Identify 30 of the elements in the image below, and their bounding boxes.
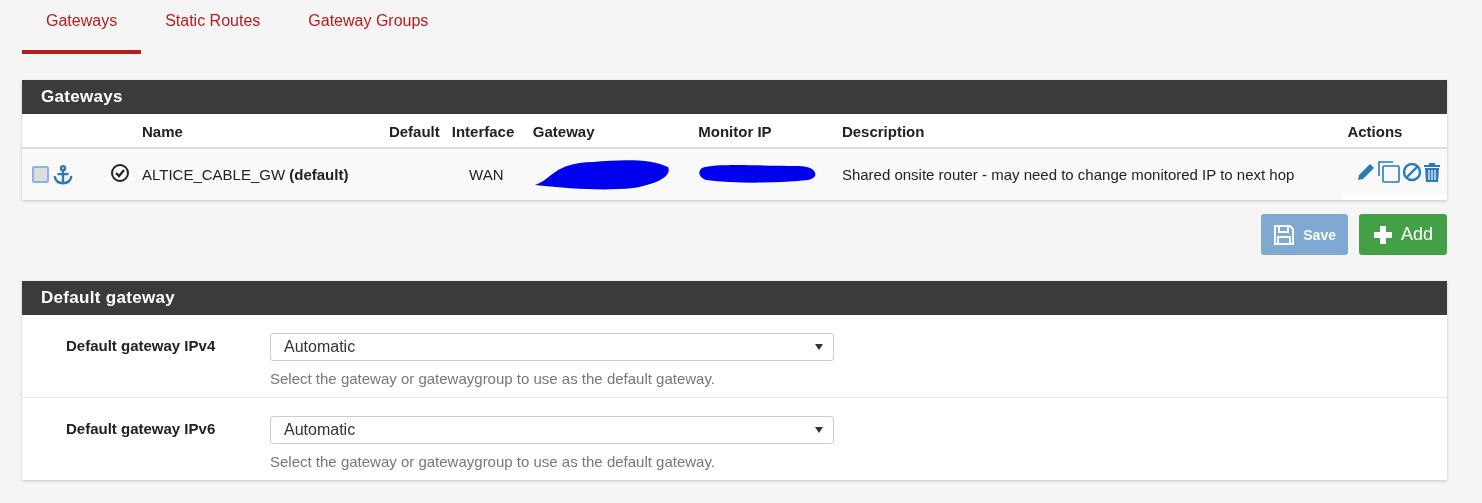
disable-icon[interactable] bbox=[1402, 162, 1422, 182]
column-header: Monitor IP bbox=[698, 123, 772, 140]
checkbox[interactable] bbox=[32, 166, 49, 183]
plus-icon bbox=[1372, 224, 1393, 245]
select-field[interactable]: Automatic bbox=[270, 333, 834, 361]
field-label: Default gateway IPv6 bbox=[66, 420, 216, 439]
column-header: Interface bbox=[451, 123, 515, 140]
select-field[interactable]: Automatic bbox=[270, 416, 834, 444]
gateway-name: ALTICE_CABLE_GW (default) bbox=[142, 166, 349, 183]
column-header: Name bbox=[142, 123, 183, 140]
panel-title: Default gateway bbox=[22, 281, 1447, 315]
add-button[interactable]: Add bbox=[1358, 214, 1447, 255]
tab[interactable]: Gateways bbox=[22, 0, 142, 54]
column-header: Gateway bbox=[532, 123, 595, 140]
help-text: Select the gateway or gatewaygroup to use as the default gateway. bbox=[270, 453, 716, 470]
anchor-icon bbox=[52, 163, 74, 186]
check-circle-icon bbox=[110, 163, 130, 183]
panel-title: Gateways bbox=[22, 80, 1447, 114]
help-text: Select the gateway or gatewaygroup to use as the default gateway. bbox=[270, 370, 716, 387]
copy-icon[interactable] bbox=[1377, 160, 1401, 184]
tab[interactable]: Gateway Groups bbox=[284, 0, 453, 54]
trash-icon[interactable] bbox=[1423, 162, 1441, 182]
table-cell: Shared onsite router - may need to change monitored IP to next hop bbox=[841, 166, 1295, 183]
table-cell: WAN bbox=[469, 166, 504, 183]
pencil-icon[interactable] bbox=[1356, 162, 1376, 182]
column-header: Description bbox=[841, 123, 925, 140]
tab[interactable]: Static Routes bbox=[141, 0, 285, 54]
field-label: Default gateway IPv4 bbox=[66, 337, 216, 356]
column-header: Default bbox=[388, 123, 440, 140]
column-header: Actions bbox=[1347, 123, 1403, 140]
